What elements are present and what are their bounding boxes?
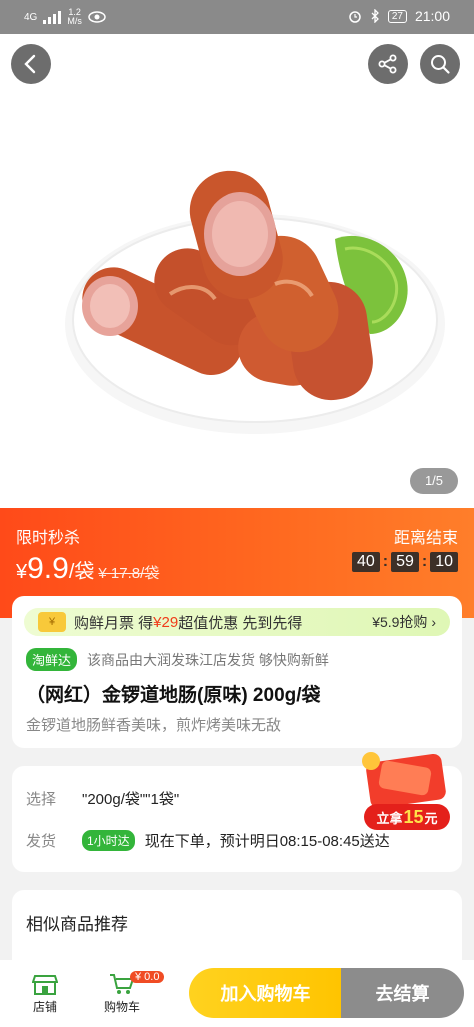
countdown-seconds: 10 bbox=[430, 552, 458, 572]
network-label: 4G bbox=[24, 11, 38, 23]
coin-icon bbox=[362, 752, 380, 770]
flash-price: ¥ 9.9 /袋 ¥ 17.8/袋 bbox=[16, 552, 159, 586]
share-icon bbox=[378, 54, 397, 74]
ship-note-row: 淘鲜达 该商品由大润发珠江店发货 够快购新鲜 bbox=[26, 648, 329, 671]
product-subtitle: 金锣道地肠鲜香美味，煎炸烤美味无敌 bbox=[26, 717, 282, 734]
signal-icon bbox=[43, 10, 62, 24]
back-button[interactable] bbox=[11, 44, 51, 84]
one-hour-badge: 1小时达 bbox=[82, 830, 135, 851]
product-title: （网红）金锣道地肠(原味) 200g/袋 bbox=[26, 685, 321, 706]
delivery-estimate: 现在下单，预计明日08:15-08:45送达 bbox=[144, 833, 390, 850]
promo-text-2: 超值优惠 先到先得 bbox=[178, 614, 303, 632]
price-value: 9.9 bbox=[27, 552, 69, 585]
countdown-timer: 40 : 59 : 10 bbox=[351, 552, 458, 572]
status-bar: 4G 1.2 M/s 27 21:00 bbox=[0, 0, 474, 34]
countdown-label: 距离结束 bbox=[393, 530, 458, 547]
recommend-title: 相似商品推荐 bbox=[26, 915, 128, 934]
flash-sale-label: 限时秒杀 bbox=[16, 530, 81, 547]
service-badge: 淘鲜达 bbox=[26, 648, 78, 671]
add-to-cart-button[interactable]: 加入购物车 bbox=[189, 968, 342, 1018]
eye-icon bbox=[88, 11, 106, 23]
bluetooth-icon bbox=[371, 9, 379, 23]
countdown-hours: 40 bbox=[351, 552, 380, 572]
back-arrow-icon bbox=[24, 54, 36, 74]
original-price: ¥ 17.8/袋 bbox=[98, 565, 160, 582]
cart-label: 购物车 bbox=[103, 1000, 140, 1014]
battery-icon: 27 bbox=[387, 9, 407, 23]
alarm-icon bbox=[349, 11, 361, 23]
monthly-pass-promo[interactable]: ¥ 购鲜月票 得 ¥29 超值优惠 先到先得 ¥5.9抢购 › bbox=[24, 608, 450, 636]
page-indicator: 1/5 bbox=[410, 468, 458, 494]
share-button[interactable] bbox=[368, 44, 408, 84]
product-info-card: ¥ 购鲜月票 得 ¥29 超值优惠 先到先得 ¥5.9抢购 › 淘鲜达 该商品由… bbox=[12, 596, 462, 748]
store-icon bbox=[32, 975, 58, 995]
promo-text-1: 购鲜月票 得 bbox=[74, 614, 154, 632]
search-button[interactable] bbox=[420, 44, 460, 84]
search-icon bbox=[431, 55, 450, 74]
delivery-row: 1小时达 现在下单，预计明日08:15-08:45送达 bbox=[82, 830, 390, 851]
cart-total-badge: ¥ 0.0 bbox=[130, 971, 165, 983]
chevron-right-icon: › bbox=[431, 614, 436, 630]
checkout-button[interactable]: 去结算 bbox=[341, 968, 464, 1018]
promo-action[interactable]: ¥5.9抢购 › bbox=[372, 612, 436, 632]
network-speed: 1.2 M/s bbox=[67, 7, 82, 26]
store-tab[interactable]: 店铺 bbox=[15, 972, 75, 1015]
price-unit: /袋 bbox=[68, 561, 95, 583]
red-envelope-badge[interactable]: 立拿 15 元 bbox=[358, 748, 454, 830]
product-image bbox=[65, 170, 445, 434]
bottom-bar: 店铺 购物车 ¥ 0.0 加入购物车 去结算 bbox=[0, 960, 474, 1027]
store-label: 店铺 bbox=[32, 1000, 57, 1014]
countdown-minutes: 59 bbox=[391, 552, 419, 572]
envelope-reward: 立拿 15 元 bbox=[364, 804, 450, 830]
price-symbol: ¥ bbox=[16, 561, 28, 583]
select-value[interactable]: "200g/袋""1袋" bbox=[82, 788, 179, 809]
ship-note: 该商品由大润发珠江店发货 够快购新鲜 bbox=[87, 651, 329, 668]
select-label: 选择 bbox=[26, 791, 57, 808]
promo-highlight: ¥29 bbox=[153, 613, 179, 631]
product-gallery[interactable]: 1/5 bbox=[0, 34, 474, 508]
clock: 21:00 bbox=[414, 8, 450, 24]
ship-label: 发货 bbox=[26, 833, 57, 850]
coupon-icon: ¥ bbox=[38, 612, 66, 632]
